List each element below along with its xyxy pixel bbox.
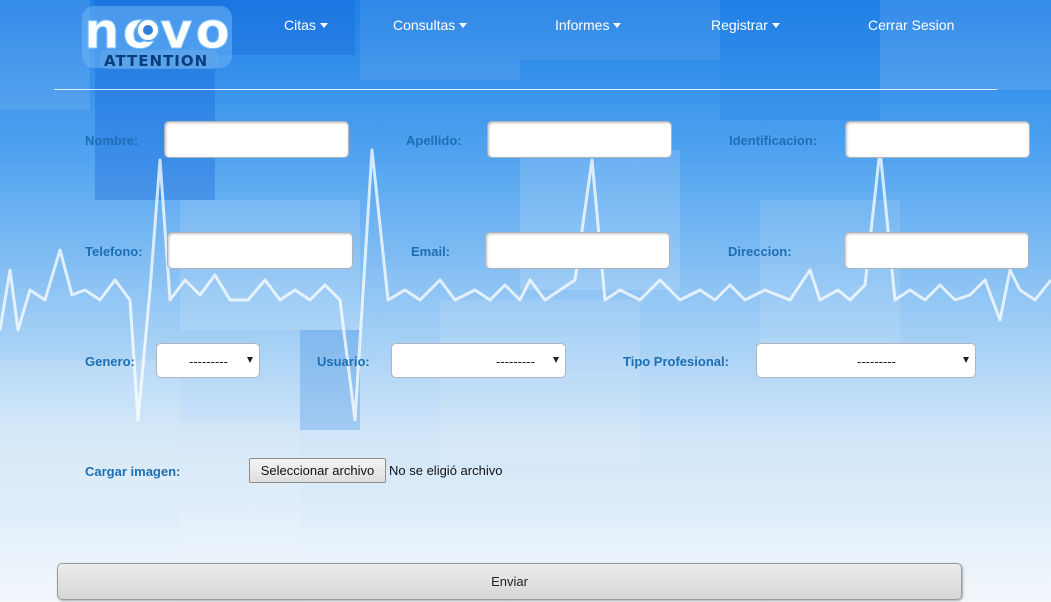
nav-citas[interactable]: Citas xyxy=(284,17,328,33)
email-input[interactable] xyxy=(485,232,670,269)
usuario-label: Usuario: xyxy=(317,354,370,369)
nav-consultas[interactable]: Consultas xyxy=(393,17,468,33)
background-art xyxy=(0,0,1051,602)
caret-down-icon xyxy=(771,23,780,28)
caret-down-icon xyxy=(613,23,622,28)
dropdown-arrow-icon xyxy=(963,357,969,363)
genero-selected-value: --------- xyxy=(189,354,228,369)
tipo-profesional-select[interactable]: --------- xyxy=(756,343,976,378)
nav-cerrar-sesion[interactable]: Cerrar Sesion xyxy=(868,17,954,33)
nav-informes[interactable]: Informes xyxy=(555,17,622,33)
direccion-input[interactable] xyxy=(844,232,1029,269)
dropdown-arrow-icon xyxy=(247,357,253,363)
background-tiles xyxy=(0,0,1051,602)
nav-consultas-label: Consultas xyxy=(393,17,456,33)
email-label: Email: xyxy=(411,244,451,259)
nav-informes-label: Informes xyxy=(555,17,610,33)
nav-divider xyxy=(54,89,997,90)
nav-cerrar-sesion-label: Cerrar Sesion xyxy=(868,17,955,33)
caret-down-icon xyxy=(319,23,328,28)
nav-registrar-label: Registrar xyxy=(711,17,768,33)
usuario-select[interactable]: --------- xyxy=(391,343,566,378)
telefono-label: Telefono: xyxy=(85,244,143,259)
brand-logo: novo ATTENTION xyxy=(82,4,232,70)
cargar-imagen-label: Cargar imagen: xyxy=(85,464,181,479)
choose-file-button[interactable]: Seleccionar archivo xyxy=(249,458,386,483)
identificacion-input[interactable] xyxy=(845,121,1030,158)
direccion-label: Direccion: xyxy=(728,244,792,259)
nombre-input[interactable] xyxy=(164,121,349,158)
submit-button[interactable]: Enviar xyxy=(57,563,962,600)
dropdown-arrow-icon xyxy=(553,357,559,363)
usuario-selected-value: --------- xyxy=(496,354,535,369)
apellido-label: Apellido: xyxy=(406,133,462,148)
genero-label: Genero: xyxy=(85,354,135,369)
apellido-input[interactable] xyxy=(487,121,672,158)
logo-subtitle: ATTENTION xyxy=(104,52,208,70)
nav-citas-label: Citas xyxy=(284,17,316,33)
tipo-profesional-selected-value: --------- xyxy=(857,354,896,369)
file-status-text: No se eligió archivo xyxy=(389,463,503,478)
genero-select[interactable]: --------- xyxy=(156,343,260,378)
telefono-input[interactable] xyxy=(167,232,353,269)
caret-down-icon xyxy=(459,23,468,28)
identificacion-label: Identificacion: xyxy=(729,133,818,148)
nav-registrar[interactable]: Registrar xyxy=(711,17,780,33)
nombre-label: Nombre: xyxy=(85,133,139,148)
tipo-profesional-label: Tipo Profesional: xyxy=(623,354,729,369)
